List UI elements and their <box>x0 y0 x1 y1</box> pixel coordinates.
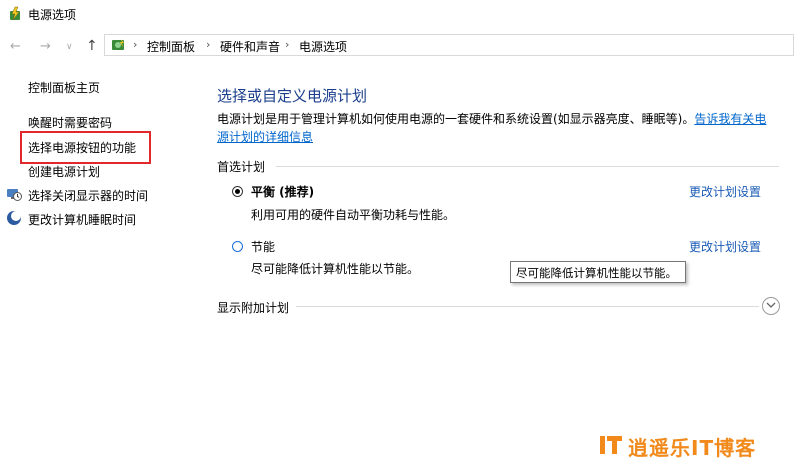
forward-arrow-icon[interactable]: → <box>40 39 51 54</box>
sidebar-item-create-plan[interactable]: 创建电源计划 <box>28 163 100 180</box>
balanced-plan-description: 利用可用的硬件自动平衡功耗与性能。 <box>251 208 456 222</box>
sidebar-control-panel-home[interactable]: 控制面板主页 <box>28 79 100 96</box>
expand-additional-plans-button[interactable] <box>762 297 780 315</box>
preferred-plans-label: 首选计划 <box>217 160 266 174</box>
page-description: 电源计划是用于管理计算机如何使用电源的一套硬件和系统设置(如显示器亮度、睡眠等)… <box>217 110 777 146</box>
balanced-change-settings-link[interactable]: 更改计划设置 <box>689 183 761 200</box>
sidebar-item-require-password[interactable]: 唤醒时需要密码 <box>28 114 112 131</box>
radio-selected-dot <box>235 189 240 194</box>
power-saver-plan-name[interactable]: 节能 <box>251 238 275 255</box>
show-additional-plans-label: 显示附加计划 <box>217 301 290 315</box>
power-saver-plan-description: 尽可能降低计算机性能以节能。 <box>251 262 420 276</box>
sleep-moon-icon <box>7 211 21 225</box>
description-text: 电源计划是用于管理计算机如何使用电源的一套硬件和系统设置(如显示器亮度、睡眠等)… <box>217 112 695 126</box>
back-arrow-icon[interactable]: ← <box>10 39 21 54</box>
power-saver-change-settings-link[interactable]: 更改计划设置 <box>689 238 761 255</box>
breadcrumb-separator: › <box>285 38 290 51</box>
breadcrumb-separator: › <box>206 38 211 51</box>
up-arrow-icon[interactable]: ↑ <box>86 38 98 54</box>
chevron-down-icon <box>766 302 776 308</box>
address-bar[interactable]: › 控制面板 › 硬件和声音 › 电源选项 <box>104 34 794 56</box>
power-options-icon <box>10 6 20 21</box>
title-bar: 电源选项 <box>0 0 799 30</box>
monitor-clock-icon <box>7 189 22 201</box>
breadcrumb-hardware-sound[interactable]: 硬件和声音 <box>220 38 280 55</box>
control-panel-icon <box>112 39 124 50</box>
balanced-plan-name[interactable]: 平衡 (推荐) <box>251 183 314 200</box>
power-saver-plan-radio[interactable] <box>232 241 243 252</box>
sidebar-item-display-off[interactable]: 选择关闭显示器的时间 <box>28 187 148 204</box>
sidebar-item-power-button[interactable]: 选择电源按钮的功能 <box>28 139 136 156</box>
breadcrumb-control-panel[interactable]: 控制面板 <box>147 38 195 55</box>
recent-locations-chevron-icon[interactable]: ∨ <box>66 42 73 52</box>
watermark-logo-icon <box>600 436 622 454</box>
section-divider <box>296 306 759 307</box>
breadcrumb-power-options[interactable]: 电源选项 <box>299 38 347 55</box>
tooltip: 尽可能降低计算机性能以节能。 <box>510 261 686 283</box>
watermark-text: 逍遥乐IT博客 <box>628 436 757 460</box>
window-title: 电源选项 <box>28 8 77 22</box>
section-divider <box>276 166 779 167</box>
sidebar-item-sleep-time[interactable]: 更改计算机睡眠时间 <box>28 211 136 228</box>
page-title: 选择或自定义电源计划 <box>217 87 368 105</box>
breadcrumb-separator: › <box>133 38 138 51</box>
